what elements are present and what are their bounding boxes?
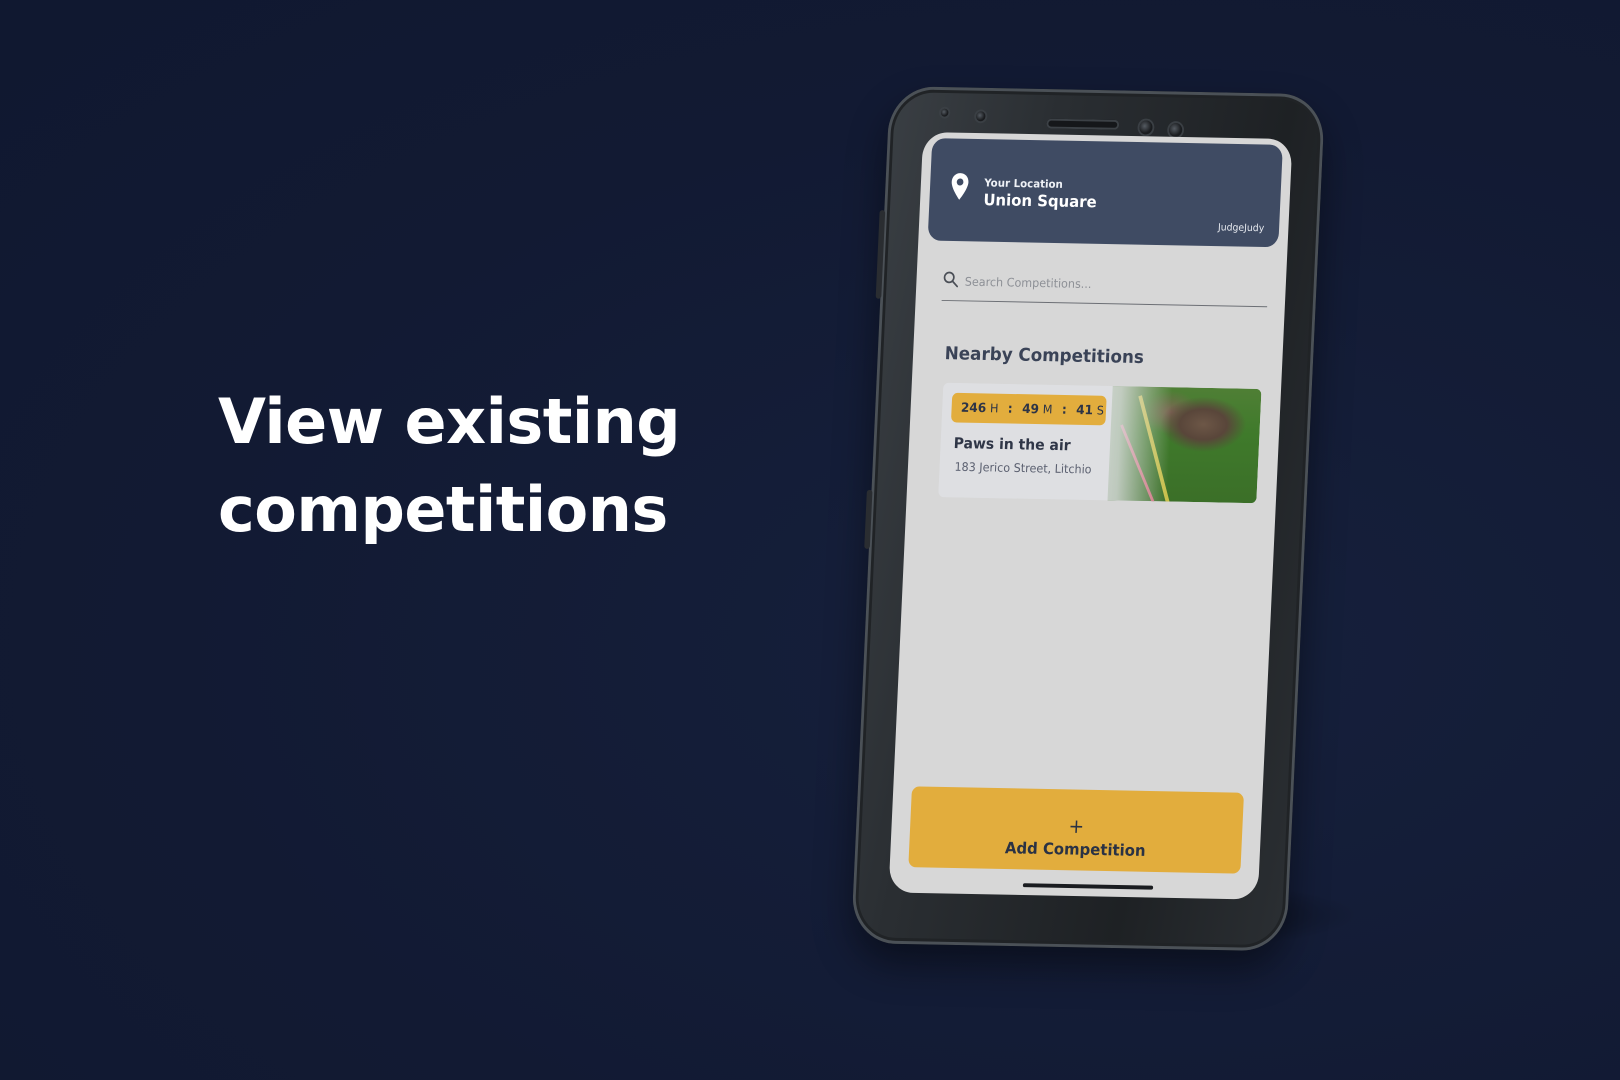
countdown-separator: :	[1061, 402, 1068, 418]
competition-address: 183 Jerico Street, Litchio	[954, 459, 1092, 477]
countdown-minutes: 49	[1021, 402, 1040, 418]
countdown-minutes-unit: M	[1042, 402, 1053, 417]
search-input[interactable]	[962, 266, 1265, 303]
competition-card[interactable]: 246 H : 49 M : 41 S Paws in the air 183 …	[938, 382, 1262, 504]
search-icon	[943, 271, 959, 288]
competition-name: Paws in the air	[953, 434, 1072, 455]
marketing-slide: View existing competitions Your Location…	[0, 0, 1620, 1080]
headline-line-2: competitions	[218, 473, 668, 546]
app-screen: Your Location Union Square JudgeJudy Nea…	[888, 131, 1293, 900]
location-header: Your Location Union Square JudgeJudy	[927, 138, 1283, 248]
username[interactable]: JudgeJudy	[1218, 222, 1265, 234]
countdown-separator: :	[1007, 401, 1014, 417]
countdown-seconds: 41	[1075, 403, 1094, 419]
location-label: Your Location	[983, 176, 1064, 191]
earpiece-speaker	[1046, 118, 1120, 130]
section-title: Nearby Competitions	[944, 343, 1145, 368]
map-pin-icon	[951, 173, 969, 200]
headline-line-1: View existing	[218, 385, 681, 458]
location-name[interactable]: Union Square	[983, 190, 1097, 211]
countdown-badge: 246 H : 49 M : 41 S	[950, 392, 1107, 426]
countdown-hours-unit: H	[989, 401, 999, 416]
countdown-hours: 246	[960, 400, 987, 417]
countdown-seconds-unit: S	[1096, 403, 1105, 418]
phone-mockup: Your Location Union Square JudgeJudy Nea…	[850, 86, 1326, 952]
add-competition-label: Add Competition	[1004, 837, 1147, 860]
add-competition-button[interactable]: + Add Competition	[908, 786, 1244, 874]
headline: View existing competitions	[218, 378, 778, 554]
home-indicator[interactable]	[1022, 883, 1154, 890]
plus-icon: +	[1068, 813, 1085, 838]
search-bar	[941, 264, 1269, 308]
